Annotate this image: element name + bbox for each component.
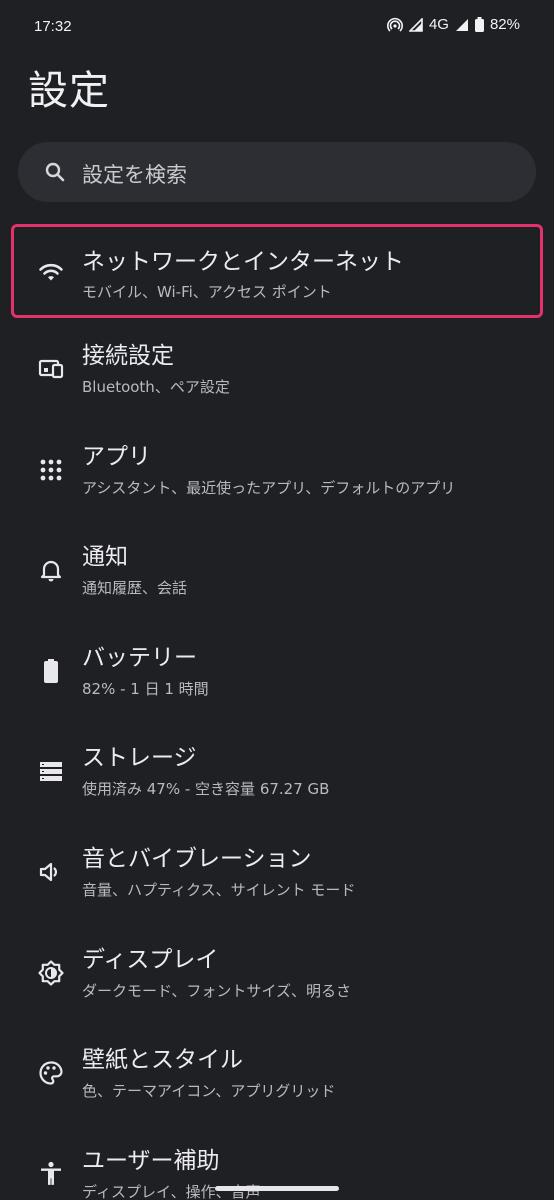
setting-sound-vibration[interactable]: 音とバイブレーション 音量、ハプティクス、サイレント モード bbox=[0, 821, 554, 922]
battery-status-icon bbox=[474, 17, 484, 32]
setting-subtitle: ダークモード、フォントサイズ、明るさ bbox=[82, 981, 351, 1000]
setting-subtitle: 色、テーマアイコン、アプリグリッド bbox=[82, 1082, 336, 1101]
setting-title: バッテリー bbox=[82, 644, 197, 671]
battery-icon bbox=[38, 658, 64, 684]
page-title: 設定 bbox=[28, 68, 110, 114]
setting-subtitle: 使用済み 47% - 空き容量 67.27 GB bbox=[82, 780, 330, 799]
setting-subtitle: モバイル、Wi-Fi、アクセス ポイント bbox=[82, 283, 332, 301]
setting-notifications[interactable]: 通知 通知履歴、会話 bbox=[0, 519, 554, 620]
signal-icon bbox=[408, 17, 423, 32]
setting-subtitle: Bluetooth、ペア設定 bbox=[82, 378, 230, 396]
accessibility-icon bbox=[38, 1161, 64, 1187]
search-bar[interactable]: 設定を検索 bbox=[18, 142, 536, 202]
setting-title: 接続設定 bbox=[82, 343, 174, 369]
setting-title: ネットワークとインターネット bbox=[82, 249, 404, 275]
setting-title: ユーザー補助 bbox=[82, 1147, 220, 1174]
apps-grid-icon bbox=[38, 457, 64, 483]
setting-title: アプリ bbox=[82, 443, 151, 470]
setting-title: 音とバイブレーション bbox=[82, 845, 312, 872]
setting-title: ディスプレイ bbox=[82, 946, 219, 973]
connected-devices-icon bbox=[38, 356, 64, 382]
setting-storage[interactable]: ストレージ 使用済み 47% - 空き容量 67.27 GB bbox=[0, 720, 554, 821]
status-indicators: 4G 82% bbox=[386, 16, 520, 33]
setting-subtitle: 通知履歴、会話 bbox=[82, 579, 188, 598]
setting-subtitle: アシスタント、最近使ったアプリ、デフォルトのアプリ bbox=[82, 478, 456, 497]
battery-percent: 82% bbox=[489, 16, 520, 33]
gesture-nav-handle[interactable] bbox=[215, 1186, 339, 1191]
setting-wallpaper-style[interactable]: 壁紙とスタイル 色、テーマアイコン、アプリグリッド bbox=[0, 1022, 554, 1123]
hotspot-icon bbox=[386, 17, 403, 33]
setting-title: 壁紙とスタイル bbox=[82, 1047, 243, 1074]
setting-display[interactable]: ディスプレイ ダークモード、フォントサイズ、明るさ bbox=[0, 922, 554, 1023]
setting-apps[interactable]: アプリ アシスタント、最近使ったアプリ、デフォルトのアプリ bbox=[0, 419, 554, 520]
network-type: 4G bbox=[428, 16, 449, 33]
status-time: 17:32 bbox=[34, 18, 72, 35]
status-bar: 17:32 4G 82% bbox=[0, 0, 554, 56]
setting-title: ストレージ bbox=[82, 745, 197, 772]
storage-icon bbox=[38, 758, 64, 784]
setting-battery[interactable]: バッテリー 82% - 1 日 1 時間 bbox=[0, 620, 554, 721]
brightness-icon bbox=[38, 959, 64, 986]
palette-icon bbox=[38, 1060, 64, 1086]
wifi-icon bbox=[38, 259, 64, 285]
bell-icon bbox=[38, 557, 64, 583]
settings-list: ネットワークとインターネット モバイル、Wi-Fi、アクセス ポイント 接続設定… bbox=[0, 222, 554, 1200]
search-placeholder: 設定を検索 bbox=[82, 163, 187, 187]
volume-icon bbox=[38, 859, 64, 885]
setting-network-internet[interactable]: ネットワークとインターネット モバイル、Wi-Fi、アクセス ポイント bbox=[11, 224, 543, 318]
setting-title: 通知 bbox=[82, 544, 128, 571]
search-icon bbox=[44, 161, 66, 183]
setting-connected-devices[interactable]: 接続設定 Bluetooth、ペア設定 bbox=[0, 318, 554, 419]
setting-subtitle: 音量、ハプティクス、サイレント モード bbox=[82, 880, 356, 899]
signal-icon-2 bbox=[455, 18, 469, 32]
setting-subtitle: 82% - 1 日 1 時間 bbox=[82, 679, 209, 698]
